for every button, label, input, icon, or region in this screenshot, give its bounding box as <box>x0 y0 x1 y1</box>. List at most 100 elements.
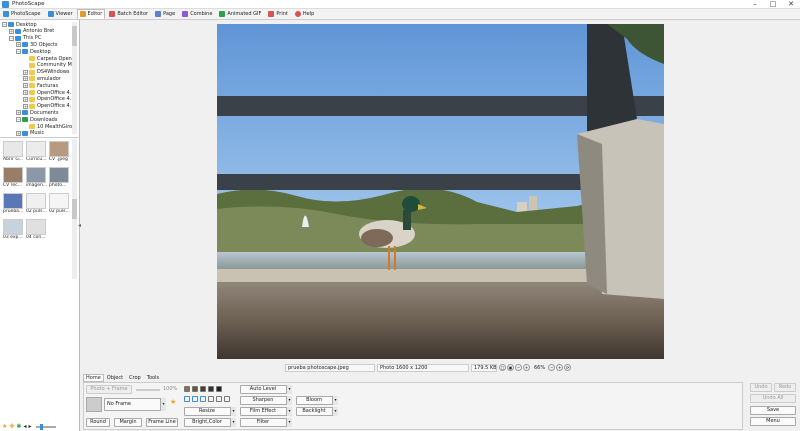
tree-expander-icon[interactable]: − <box>2 22 7 27</box>
frame-select[interactable]: No Frame ▾ <box>104 398 166 411</box>
thumbnail-item[interactable]: imagen... <box>25 167 47 191</box>
thumbnail-item[interactable]: prueba... <box>2 193 24 217</box>
tree-scroll-thumb[interactable] <box>72 26 77 46</box>
menu-button[interactable]: Menu <box>750 417 796 426</box>
favorite-icon[interactable]: ✚ <box>9 423 14 430</box>
tree-expander-icon[interactable]: + <box>16 130 21 136</box>
margin-button[interactable]: Margin <box>114 418 142 427</box>
rotate-left-icon[interactable] <box>184 396 190 402</box>
tree-expander-icon[interactable]: + <box>23 103 28 109</box>
filter-button[interactable]: Filter ▾ <box>240 418 292 427</box>
zoom-increase-icon[interactable]: + <box>556 364 564 371</box>
tree-item[interactable]: + Music <box>16 130 44 137</box>
flip-vertical-icon[interactable] <box>208 396 214 402</box>
tree-expander-icon[interactable]: + <box>23 96 28 102</box>
thumbnail-scrollbar[interactable] <box>72 139 77 279</box>
straighten-icon[interactable] <box>224 396 230 402</box>
tool-tab-tools[interactable]: Tools <box>144 374 162 382</box>
bright-color-button[interactable]: Bright,Color ▾ <box>184 418 236 427</box>
frame-line-button[interactable]: Frame Line <box>146 418 178 427</box>
brightness-2-icon[interactable] <box>192 386 198 392</box>
tree-expander-icon[interactable]: + <box>9 28 14 34</box>
thumbnail-item[interactable]: 02 puls... <box>25 193 47 217</box>
back-arrow-icon[interactable]: ◂ <box>23 423 26 430</box>
frame-zoom-value: 100% <box>163 386 178 392</box>
tab-help[interactable]: Help <box>292 9 317 19</box>
brightness-1-icon[interactable] <box>184 386 190 392</box>
tree-expander-icon[interactable]: + <box>23 69 28 75</box>
tab-animated-gif[interactable]: Animated GIF <box>216 9 264 19</box>
thumbnail-item[interactable]: CV .jpeg <box>48 141 70 165</box>
auto-level-button[interactable]: Auto Level ▾ <box>240 385 292 394</box>
tree-item-label: 3D Objects <box>30 41 58 48</box>
tool-tab-object[interactable]: Object <box>104 374 126 382</box>
undo-all-button[interactable]: Undo All <box>750 394 796 403</box>
thumbnail-item[interactable]: Curricu... <box>25 141 47 165</box>
tab-viewer[interactable]: Viewer <box>45 9 76 19</box>
thumbnail-label: CV .jpeg <box>49 157 68 162</box>
tool-tab-crop[interactable]: Crop <box>126 374 144 382</box>
zoom-out-icon[interactable]: − <box>515 364 522 371</box>
size-slider[interactable] <box>36 423 57 430</box>
film-effect-button[interactable]: Film Effect ▾ <box>240 407 292 416</box>
redo-button[interactable]: Redo <box>774 383 796 392</box>
tab-page[interactable]: Page <box>152 9 178 19</box>
tab-combine[interactable]: Combine <box>179 9 215 19</box>
tree-expander-icon[interactable]: + <box>16 110 21 116</box>
tab-photoscape[interactable]: PhotoScape <box>0 9 44 19</box>
maximize-button[interactable]: □ <box>764 0 782 9</box>
bright-color-label: Bright,Color <box>192 419 222 425</box>
thumbnail-item[interactable]: 03 exp... <box>2 219 24 243</box>
folder-icon <box>15 28 21 34</box>
sharpen-button[interactable]: Sharpen ▾ <box>240 396 292 405</box>
undo-button[interactable]: Undo <box>750 383 772 392</box>
frame-favorite-icon[interactable]: ★ <box>170 398 176 406</box>
photo-preview[interactable] <box>217 24 664 359</box>
tree-expander-icon[interactable]: + <box>16 42 21 48</box>
photo-frame-button[interactable]: Photo + Frame <box>86 385 132 394</box>
brightness-4-icon[interactable] <box>208 386 214 392</box>
bloom-button[interactable]: Bloom ▾ <box>296 396 338 405</box>
resize-button[interactable]: Resize ▾ <box>184 407 236 416</box>
rotate-right-icon[interactable] <box>192 396 198 402</box>
round-button[interactable]: Round <box>86 418 110 427</box>
zoom-in-icon[interactable]: + <box>523 364 530 371</box>
crop-icon[interactable] <box>216 396 222 402</box>
thumbnail-label: CV rec... <box>3 183 22 188</box>
zoom-fit-icon[interactable]: ◻ <box>499 364 506 371</box>
tab-batch-editor[interactable]: Batch Editor <box>106 9 151 19</box>
close-button[interactable]: ✕ <box>782 0 800 9</box>
zoom-decrease-icon[interactable]: − <box>548 364 556 371</box>
flip-horizontal-icon[interactable] <box>200 396 206 402</box>
thumbnail-item[interactable]: 04 con... <box>25 219 47 243</box>
tree-expander-icon[interactable]: + <box>23 76 28 82</box>
refresh-icon[interactable]: ✱ <box>16 423 21 430</box>
save-button[interactable]: Save <box>750 406 796 415</box>
tree-scrollbar[interactable] <box>72 22 77 134</box>
thumbnail-item[interactable]: photo... <box>48 167 70 191</box>
folder-tree[interactable]: − Desktop + Antonio Bret − This PC +3D Objects… <box>0 20 80 138</box>
thumbnail-item[interactable]: Abrir G... <box>2 141 24 165</box>
contrast-icon[interactable] <box>216 386 222 392</box>
thumbnail-item[interactable]: CV rec... <box>2 167 24 191</box>
minimize-button[interactable]: – <box>746 0 764 9</box>
tree-expander-icon[interactable]: − <box>16 49 21 55</box>
folder-icon <box>29 69 35 75</box>
home-folder-icon[interactable]: ★ <box>2 423 7 430</box>
tree-expander-icon[interactable]: − <box>16 117 21 123</box>
chevron-down-icon: ▾ <box>286 407 292 416</box>
brightness-3-icon[interactable] <box>200 386 206 392</box>
tree-expander-icon[interactable]: + <box>23 83 28 89</box>
backlight-button[interactable]: Backlight ▾ <box>296 407 338 416</box>
tree-expander-icon[interactable]: − <box>9 35 14 41</box>
rotate-icon[interactable]: ⟳ <box>564 364 572 371</box>
tool-tab-home[interactable]: Home <box>83 374 104 382</box>
tab-print[interactable]: Print <box>265 9 291 19</box>
tree-expander-icon[interactable]: + <box>23 90 28 95</box>
tab-editor[interactable]: Editor <box>76 9 106 19</box>
thumbnail-scroll-thumb[interactable] <box>72 199 77 219</box>
thumbnail-item[interactable]: 02 puls... <box>48 193 70 217</box>
zoom-actual-icon[interactable]: ▣ <box>507 364 514 371</box>
frame-slider[interactable] <box>136 389 160 391</box>
forward-arrow-icon[interactable]: ▸ <box>28 423 31 430</box>
